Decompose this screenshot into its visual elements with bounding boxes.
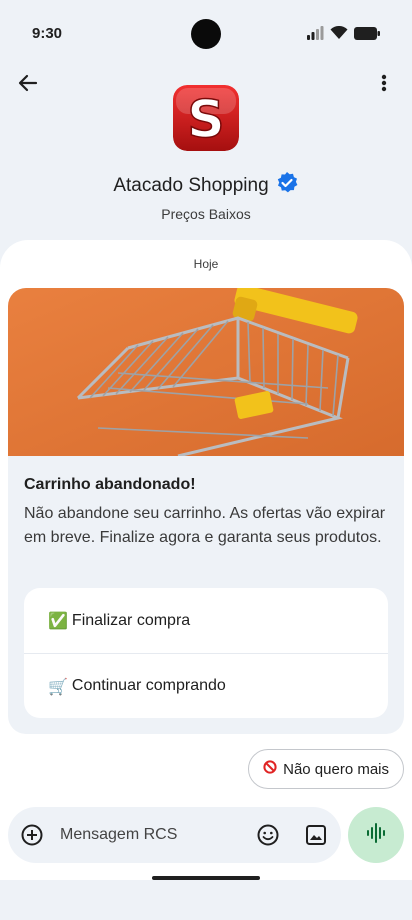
suggestion-chip-label: Não quero mais: [283, 760, 389, 778]
continue-shopping-button[interactable]: 🛒 Continuar comprando: [24, 653, 388, 718]
shopping-cart-icon: 🛒: [48, 676, 68, 696]
more-options-button[interactable]: [372, 71, 396, 99]
wifi-icon: [330, 25, 348, 45]
status-icons: [306, 25, 380, 45]
camera-cutout: [191, 19, 221, 49]
voice-message-button[interactable]: [348, 807, 404, 863]
status-time: 9:30: [32, 25, 63, 42]
bottom-strip: [0, 890, 412, 920]
logo-letter: S: [187, 90, 224, 150]
continue-shopping-label: Continuar comprando: [71, 677, 226, 694]
message-composer: [8, 807, 341, 863]
brand-subtitle: Preços Baixos: [161, 206, 251, 222]
verified-badge-icon: [275, 171, 299, 200]
card-title: Carrinho abandonado!: [24, 476, 196, 493]
brand-name: Atacado Shopping: [113, 174, 269, 196]
status-bar: 9:30: [0, 0, 412, 68]
chat-area[interactable]: Hoje Carrinho abandonado! Não abandone s…: [0, 240, 412, 880]
prohibited-icon: [263, 760, 277, 778]
more-vert-icon: [381, 74, 387, 97]
brand-logo: S: [173, 85, 239, 151]
audio-waveform-icon: [365, 822, 387, 849]
day-separator: Hoje: [193, 257, 219, 271]
arrow-left-icon: [18, 73, 38, 98]
card-image-shopping-cart: [8, 288, 404, 456]
gallery-icon[interactable]: [304, 823, 328, 847]
signal-icon: [306, 26, 324, 45]
card-actions: ✅ Finalizar compra 🛒 Continuar comprando: [24, 588, 388, 718]
brand-name-row: Atacado Shopping: [0, 171, 412, 200]
card-description: Não abandone seu carrinho. As ofertas vã…: [24, 505, 386, 546]
suggestion-chip-no-thanks[interactable]: Não quero mais: [248, 749, 404, 789]
check-mark-icon: ✅: [48, 611, 68, 630]
rich-card: Carrinho abandonado! Não abandone seu ca…: [8, 288, 404, 734]
back-button[interactable]: [14, 71, 42, 99]
add-attachment-icon[interactable]: [20, 823, 44, 847]
battery-icon: [354, 26, 380, 45]
finalize-purchase-button[interactable]: ✅ Finalizar compra: [24, 588, 388, 653]
message-input[interactable]: [60, 807, 240, 863]
home-indicator[interactable]: [152, 876, 260, 880]
emoji-icon[interactable]: [256, 823, 280, 847]
finalize-purchase-label: Finalizar compra: [71, 611, 191, 629]
